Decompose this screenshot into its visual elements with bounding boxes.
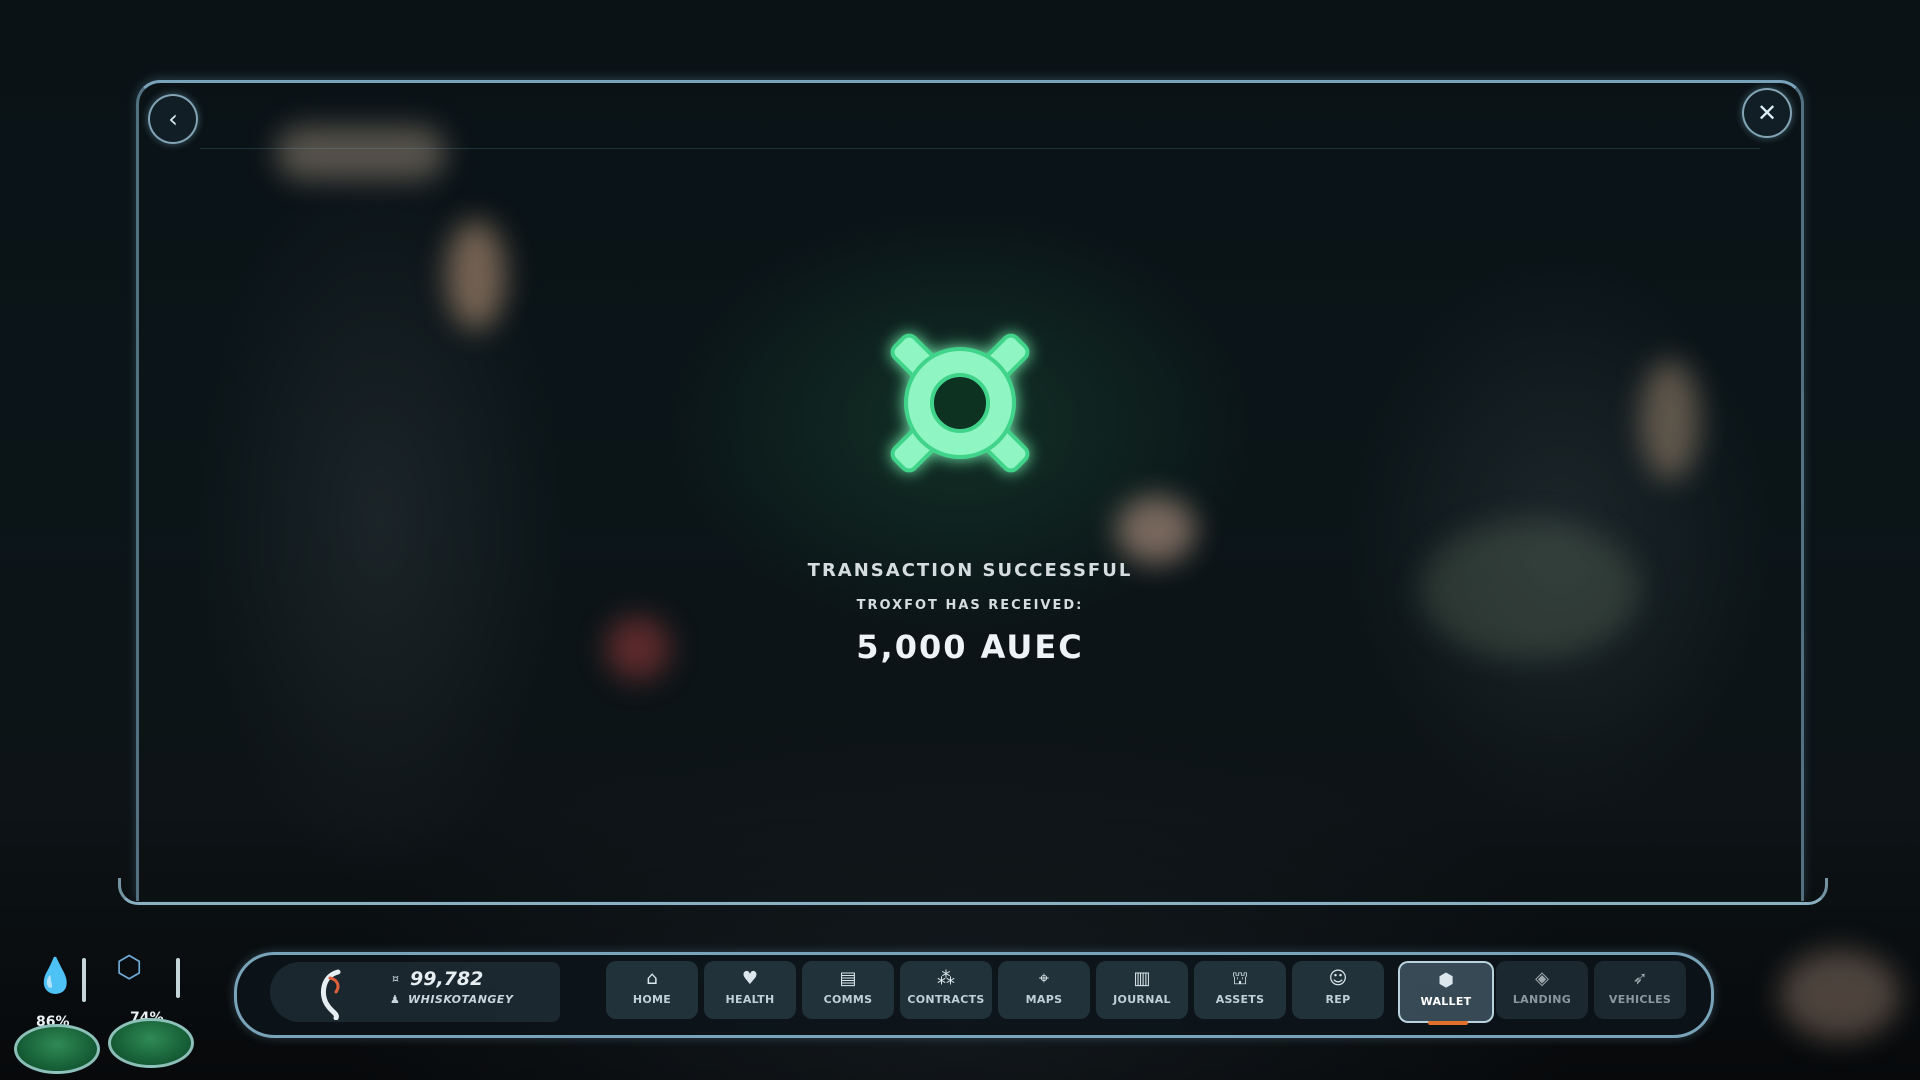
username: WHISKOTANGEY — [408, 993, 514, 1006]
user-small-icon: ♟ — [390, 993, 400, 1006]
water-drop-icon: 💧 — [34, 956, 77, 996]
nav-tab-label: VEHICLES — [1608, 993, 1672, 1006]
close-button[interactable]: ✕ — [1742, 88, 1792, 138]
nav-tab-maps[interactable]: ⌖ MAPS — [998, 961, 1090, 1019]
assets-icon: ⛫ — [1231, 968, 1249, 989]
close-icon: ✕ — [1756, 99, 1778, 127]
panel-bottom-frame — [118, 878, 1828, 905]
hydration-bar — [82, 958, 86, 1002]
auec-currency-icon — [890, 333, 1030, 473]
contracts-icon: ⁂ — [937, 968, 955, 989]
vehicles-icon: ➶ — [1632, 968, 1648, 989]
currency-small-icon: ¤ — [392, 972, 399, 985]
nav-tab-label: JOURNAL — [1113, 993, 1171, 1006]
wallet-icon: ⬢ — [1438, 970, 1454, 991]
nav-tab-label: MAPS — [1025, 993, 1063, 1006]
nav-tab-label: LANDING — [1512, 993, 1572, 1006]
nav-tab-assets[interactable]: ⛫ ASSETS — [1194, 961, 1286, 1019]
nav-tab-contracts[interactable]: ⁂ CONTRACTS — [900, 961, 992, 1019]
transaction-title: TRANSACTION SUCCESSFUL — [807, 560, 1133, 581]
bokeh-light — [1780, 950, 1900, 1040]
rep-icon: ☺ — [1328, 968, 1348, 989]
nav-tab-home[interactable]: ⌂ HOME — [606, 961, 698, 1019]
landing-icon: ◈ — [1535, 968, 1549, 989]
nav-tab-wallet[interactable]: ⬢ WALLET — [1398, 961, 1494, 1025]
chat-icon: ▤ — [839, 968, 857, 989]
nav-tab-vehicles[interactable]: ➶ VEHICLES — [1594, 961, 1686, 1019]
chevron-left-icon: ‹ — [168, 105, 178, 133]
wallet-balance: 99,782 — [410, 968, 484, 990]
nav-tab-health[interactable]: ♥ HEALTH — [704, 961, 796, 1019]
nav-tab-label: COMMS — [823, 993, 873, 1006]
nav-tab-comms[interactable]: ▤ COMMS — [802, 961, 894, 1019]
nav-tab-label: ASSETS — [1215, 993, 1265, 1006]
nav-tab-label: HEALTH — [725, 993, 775, 1006]
nav-tab-rep[interactable]: ☺ REP — [1292, 961, 1384, 1019]
nav-tab-label: CONTRACTS — [907, 993, 985, 1006]
hydration-dish — [14, 1024, 100, 1074]
nav-tab-label: REP — [1325, 993, 1351, 1006]
nutrition-icon: ⬡ — [116, 950, 143, 985]
transaction-recipient: TROXFOT HAS RECEIVED: — [856, 598, 1084, 613]
heart-icon: ♥ — [741, 968, 759, 989]
nutrition-bar — [176, 958, 180, 998]
journal-icon: ▥ — [1133, 968, 1151, 989]
nav-tab-landing[interactable]: ◈ LANDING — [1496, 961, 1588, 1019]
panel-divider — [200, 148, 1760, 149]
active-tab-indicator — [1428, 1021, 1468, 1025]
transaction-amount: 5,000 AUEC — [856, 628, 1084, 666]
nutrition-dish — [108, 1018, 194, 1068]
mobiglas-logo-icon — [320, 969, 341, 1020]
nav-tab-label: WALLET — [1420, 995, 1472, 1008]
home-icon: ⌂ — [646, 968, 658, 989]
back-button[interactable]: ‹ — [148, 94, 198, 144]
nav-tab-journal[interactable]: ▥ JOURNAL — [1096, 961, 1188, 1019]
map-icon: ⌖ — [1038, 968, 1050, 989]
nav-tab-label: HOME — [632, 993, 672, 1006]
